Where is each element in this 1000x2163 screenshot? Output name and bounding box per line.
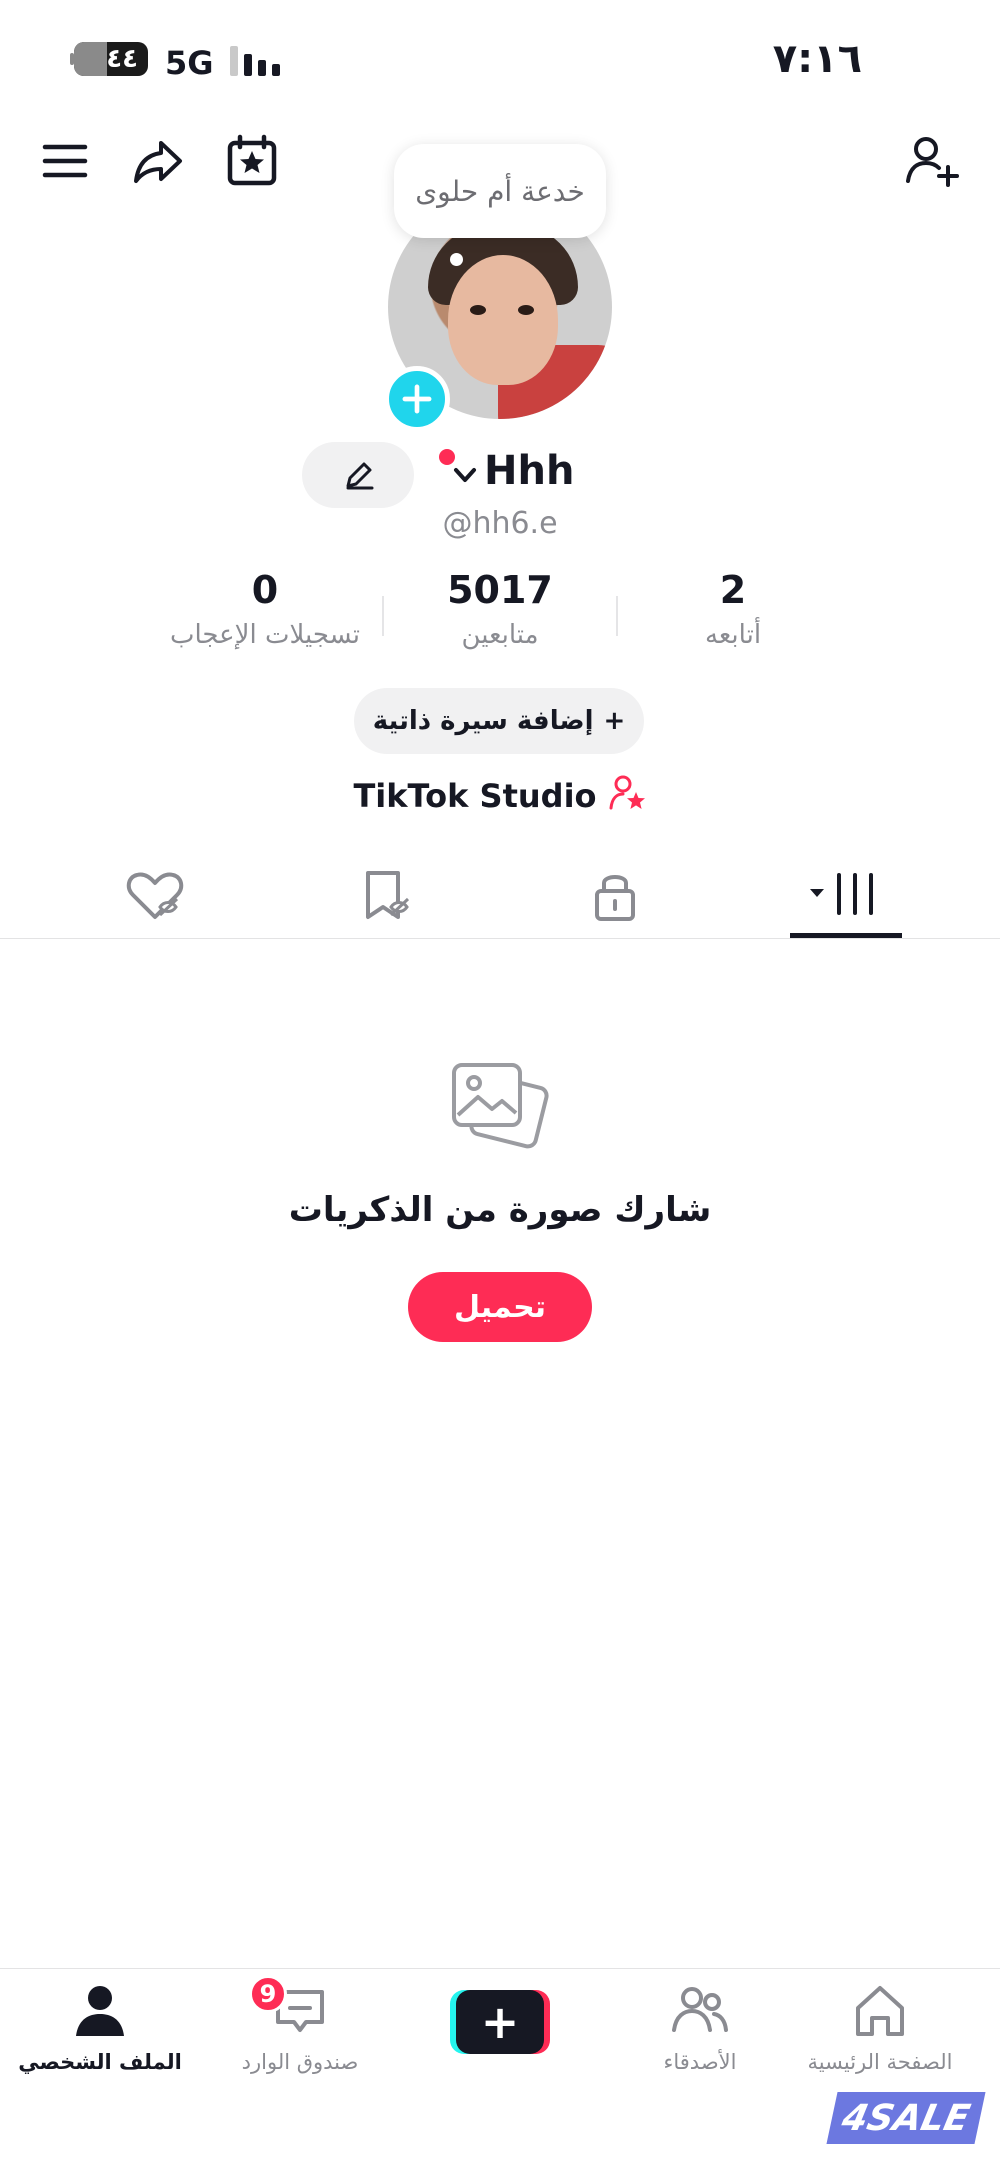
following-count: 2 bbox=[719, 568, 747, 612]
plus-icon: + bbox=[603, 706, 626, 736]
create-button[interactable]: + bbox=[450, 1990, 550, 2054]
grid-dropdown-icon bbox=[810, 873, 873, 915]
studio-label: TikTok Studio bbox=[353, 777, 597, 815]
network-label: 5G bbox=[165, 44, 214, 82]
add-friend-icon[interactable] bbox=[902, 131, 962, 191]
creator-star-icon bbox=[607, 772, 647, 820]
tabs-divider bbox=[0, 938, 1000, 939]
likes-stat[interactable]: 0 تسجيلات الإعجاب bbox=[150, 568, 380, 650]
calendar-star-icon[interactable] bbox=[222, 131, 282, 191]
followers-count: 5017 bbox=[447, 568, 553, 612]
nav-inbox-label: صندوق الوارد bbox=[241, 2050, 359, 2074]
edit-profile-button[interactable] bbox=[302, 442, 414, 508]
tab-favorites[interactable] bbox=[333, 855, 443, 935]
nav-profile[interactable]: الملف الشخصي bbox=[18, 1978, 182, 2088]
tab-videos[interactable] bbox=[791, 855, 901, 935]
username: @hh6.e bbox=[442, 506, 558, 541]
battery-icon: ٤٤ bbox=[74, 42, 148, 76]
following-stat[interactable]: 2 أتابعه bbox=[618, 568, 848, 650]
nav-inbox[interactable]: صندوق الوارد bbox=[220, 1978, 380, 2088]
chevron-down-icon[interactable] bbox=[448, 458, 482, 492]
likes-count: 0 bbox=[251, 568, 279, 612]
stat-divider bbox=[382, 596, 384, 636]
nav-home-label: الصفحة الرئيسية bbox=[807, 2050, 953, 2074]
upload-button[interactable]: تحميل bbox=[408, 1272, 592, 1342]
share-icon[interactable] bbox=[128, 131, 188, 191]
followers-stat[interactable]: 5017 متابعين bbox=[385, 568, 615, 650]
following-label: أتابعه bbox=[704, 620, 762, 650]
signal-icon bbox=[230, 46, 282, 76]
add-bio-button[interactable]: + إضافة سيرة ذاتية bbox=[354, 688, 644, 754]
friends-icon bbox=[672, 1987, 728, 2032]
add-story-button[interactable] bbox=[384, 366, 450, 432]
status-time: ٧:١٦ bbox=[772, 36, 862, 82]
note-bubble[interactable]: خدعة أم حلوى bbox=[394, 144, 606, 238]
lock-icon bbox=[595, 875, 635, 921]
nav-home[interactable]: الصفحة الرئيسية bbox=[770, 1978, 990, 2088]
nav-friends[interactable]: الأصدقاء bbox=[620, 1978, 780, 2088]
inbox-badge: 9 bbox=[249, 1975, 287, 2013]
heart-hidden-icon bbox=[126, 872, 184, 919]
empty-state-title: شارك صورة من الذكريات bbox=[288, 1190, 712, 1230]
display-name[interactable]: Hhh bbox=[484, 448, 574, 494]
add-bio-label: إضافة سيرة ذاتية bbox=[372, 706, 594, 736]
watermark-logo: 4SALE bbox=[826, 2092, 986, 2144]
stat-divider bbox=[616, 596, 618, 636]
menu-icon[interactable] bbox=[35, 131, 95, 191]
battery-text: ٤٤ bbox=[106, 44, 138, 74]
photo-stack-icon bbox=[440, 1055, 560, 1165]
tab-liked[interactable] bbox=[100, 855, 210, 935]
tiktok-studio-link[interactable]: TikTok Studio bbox=[0, 772, 1000, 820]
bookmark-hidden-icon bbox=[366, 871, 410, 919]
nav-profile-label: الملف الشخصي bbox=[18, 2050, 182, 2074]
home-icon bbox=[856, 1986, 904, 2036]
profile-icon bbox=[76, 1986, 124, 2036]
likes-label: تسجيلات الإعجاب bbox=[169, 620, 361, 650]
nav-divider bbox=[0, 1968, 1000, 1969]
note-bubble-tail bbox=[450, 253, 463, 266]
plus-icon: + bbox=[456, 1990, 544, 2054]
followers-label: متابعين bbox=[461, 620, 539, 650]
tab-private[interactable] bbox=[560, 855, 670, 935]
nav-friends-label: الأصدقاء bbox=[663, 2050, 737, 2074]
